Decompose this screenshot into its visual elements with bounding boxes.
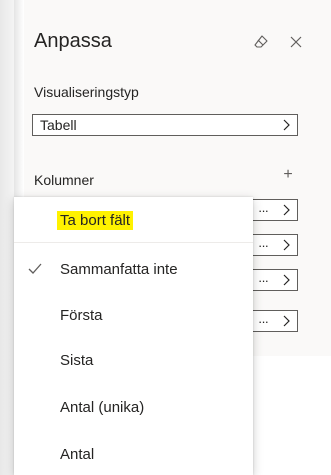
menu-item-label: Ta bort fält	[57, 210, 134, 230]
chevron-right-icon[interactable]	[276, 236, 296, 254]
eraser-icon-graphic	[254, 35, 268, 48]
close-icon-graphic	[290, 36, 302, 48]
menu-item-remove-field[interactable]: Ta bort fält	[14, 203, 253, 237]
more-options-icon[interactable]: ···	[253, 312, 273, 330]
menu-item-first[interactable]: Första	[14, 298, 253, 332]
visualization-type-dropdown[interactable]: Tabell	[32, 114, 298, 136]
checkmark-icon	[28, 262, 42, 276]
pane-title: Anpassa	[34, 30, 112, 52]
add-column-icon[interactable]: +	[281, 167, 295, 183]
menu-item-label: Antal	[60, 445, 95, 463]
chevron-right-icon	[275, 119, 297, 131]
menu-item-count-distinct[interactable]: Antal (unika)	[14, 390, 253, 424]
visualization-type-value: Tabell	[40, 117, 77, 133]
menu-item-count[interactable]: Antal	[14, 437, 253, 471]
more-options-icon[interactable]: ···	[253, 271, 273, 289]
chevron-right-icon[interactable]	[276, 271, 296, 289]
menu-item-last[interactable]: Sista	[14, 343, 253, 377]
menu-item-label: Sammanfatta inte	[60, 260, 178, 278]
chevron-right-icon[interactable]	[276, 312, 296, 330]
visualization-type-label: Visualiseringstyp	[34, 84, 139, 100]
more-options-icon[interactable]: ···	[253, 236, 273, 254]
columns-label: Kolumner	[34, 172, 94, 188]
menu-item-dont-summarize[interactable]: Sammanfatta inte	[14, 252, 253, 286]
more-options-icon[interactable]: ···	[253, 201, 273, 219]
menu-item-label: Antal (unika)	[60, 398, 145, 416]
eraser-icon[interactable]	[250, 30, 272, 54]
background-strip	[0, 0, 14, 475]
close-icon[interactable]	[285, 30, 307, 54]
menu-item-label: Första	[60, 306, 103, 324]
chevron-right-icon[interactable]	[276, 201, 296, 219]
menu-item-label: Sista	[60, 351, 94, 369]
menu-divider	[14, 242, 253, 243]
field-context-menu: Ta bort fält Sammanfatta inte Första Sis…	[14, 197, 253, 475]
